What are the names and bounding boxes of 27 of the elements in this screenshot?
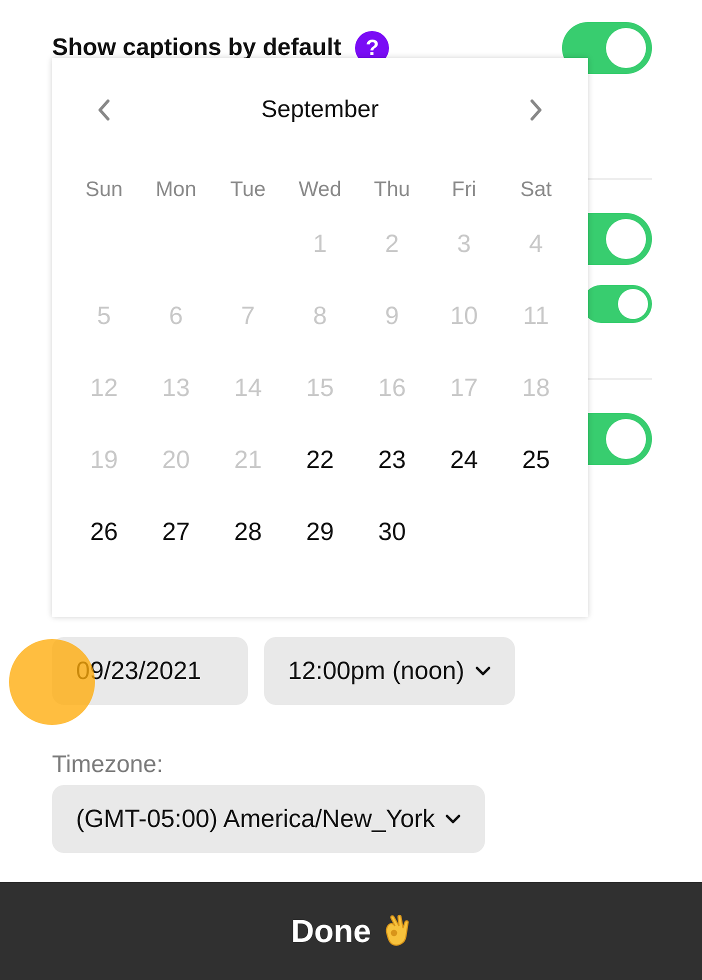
chevron-right-icon[interactable] xyxy=(529,99,543,121)
calendar-day[interactable]: 23 xyxy=(378,446,406,474)
done-button[interactable]: Done xyxy=(291,912,411,950)
calendar-day[interactable]: 22 xyxy=(306,446,334,474)
calendar-day[interactable]: 25 xyxy=(522,446,550,474)
calendar-day[interactable]: 28 xyxy=(234,518,262,546)
weekday-label: Mon xyxy=(156,178,196,202)
weekday-label: Thu xyxy=(374,178,410,202)
time-select[interactable]: 12:00pm (noon) xyxy=(264,637,515,705)
calendar-day[interactable]: 30 xyxy=(378,518,406,546)
calendar-day[interactable]: 29 xyxy=(306,518,334,546)
timezone-label: Timezone: xyxy=(52,751,164,779)
weekday-label: Tue xyxy=(230,178,266,202)
calendar-day[interactable]: 24 xyxy=(450,446,478,474)
weekday-label: Sun xyxy=(85,178,123,202)
chevron-down-icon xyxy=(444,813,461,825)
weekday-label: Fri xyxy=(452,178,476,202)
chevron-left-icon[interactable] xyxy=(97,99,111,121)
setting-label: Show captions by default xyxy=(52,34,342,62)
chevron-down-icon xyxy=(474,665,491,677)
month-title: September xyxy=(261,96,379,124)
weekday-label: Wed xyxy=(298,178,342,202)
calendar-day[interactable]: 27 xyxy=(162,518,190,546)
toggle-switch[interactable] xyxy=(562,22,652,74)
calendar-day[interactable]: 26 xyxy=(90,518,118,546)
timezone-select[interactable]: (GMT-05:00) America/New_York xyxy=(52,785,485,853)
weekday-label: Sat xyxy=(520,178,552,202)
